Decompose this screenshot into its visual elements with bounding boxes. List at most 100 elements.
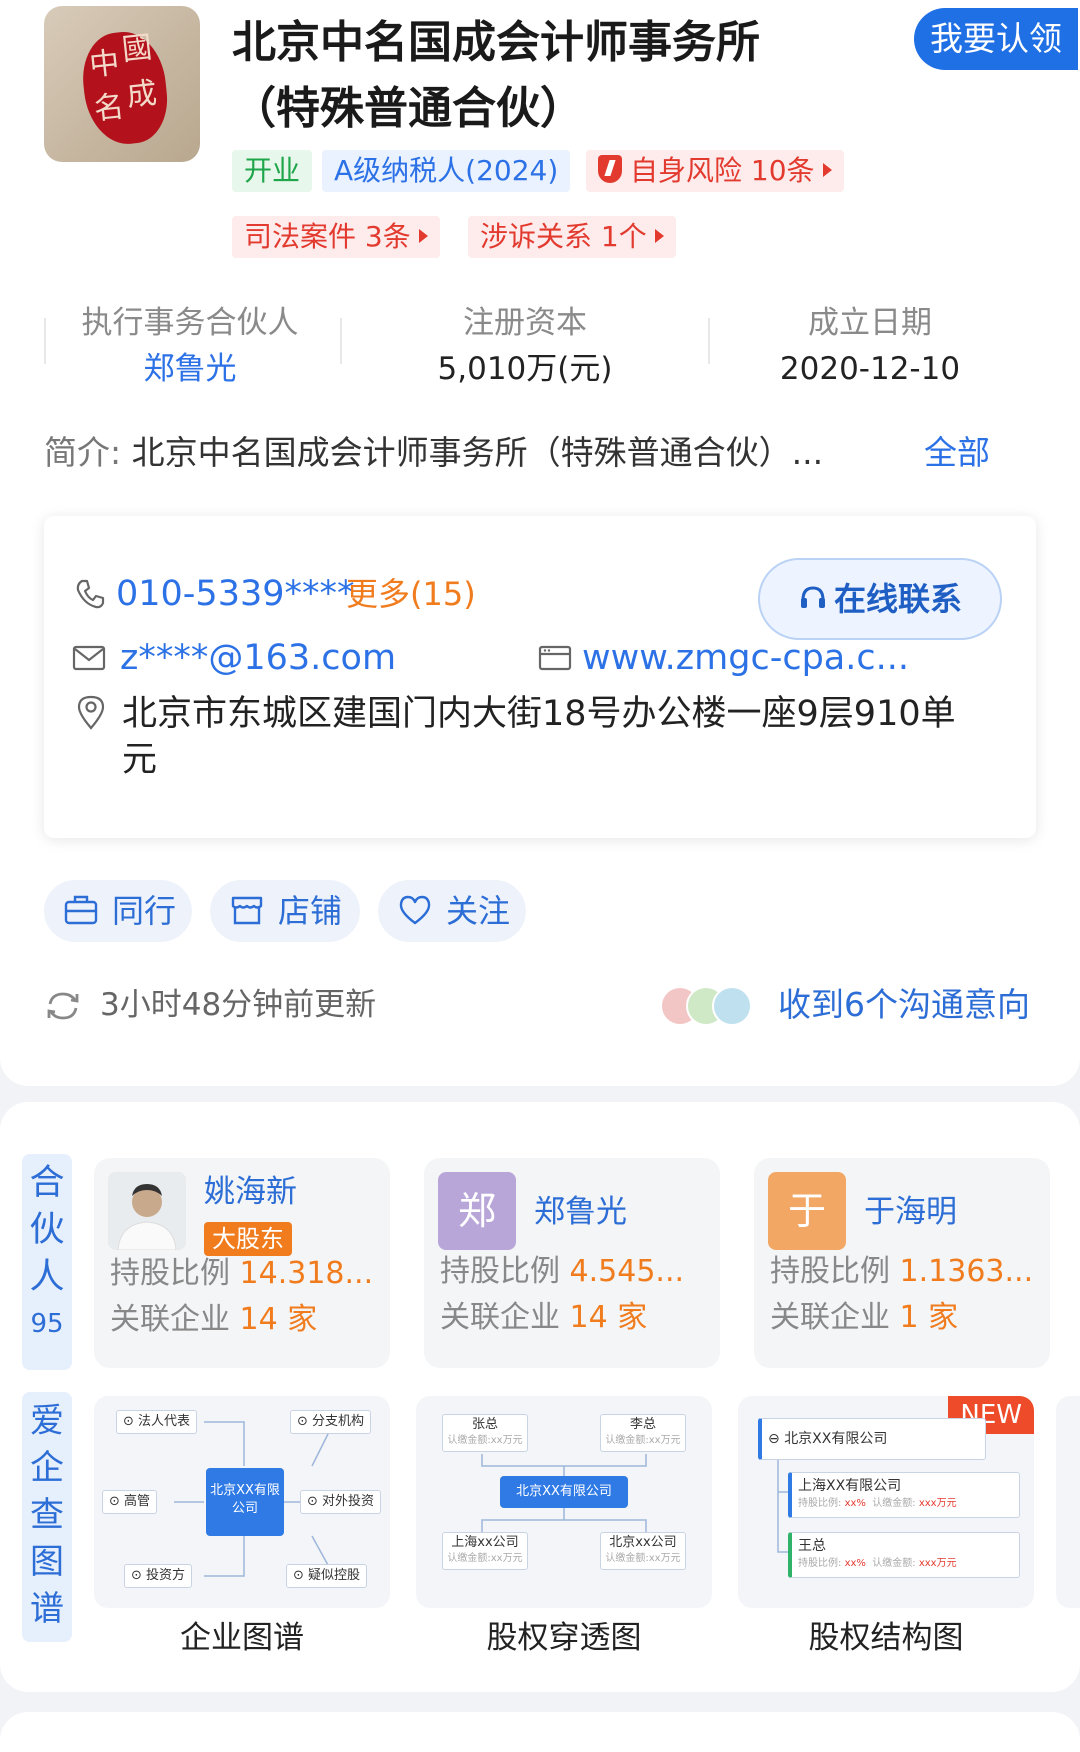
company-intro[interactable]: 简介: 北京中名国成会计师事务所（特殊普通合伙）... 全部 xyxy=(44,428,1054,478)
graph-node: 李总 认缴金额:xx万元 xyxy=(600,1414,686,1452)
node-name: 张总 xyxy=(471,1417,498,1432)
intro-more-link[interactable]: 全部 xyxy=(924,428,990,478)
graph-node: ⊙ 投资方 xyxy=(124,1564,193,1588)
phone-number[interactable]: 010-5339**** xyxy=(116,568,355,620)
update-status[interactable]: 3小时48分钟前更新 xyxy=(44,980,376,1030)
graph-root-node: ⊖ 北京XX有限公司 xyxy=(758,1418,986,1460)
graph-child-node: 上海XX有限公司 持股比例: xx% 认缴金额: xxx万元 xyxy=(788,1472,1020,1518)
ratio-label: 持股比例 xyxy=(110,1256,230,1291)
sub-value: xx% xyxy=(844,1498,866,1509)
partners-label-char: 伙 xyxy=(29,1210,65,1250)
node-name: 上海XX有限公司 xyxy=(798,1478,902,1494)
litigation-tag[interactable]: 涉诉关系 1个 xyxy=(468,216,676,258)
shop-button[interactable]: 店铺 xyxy=(210,880,360,942)
node-sub: 认缴金额:xx万元 xyxy=(447,1435,523,1446)
next-thumbnail-peek[interactable] xyxy=(1056,1396,1080,1608)
graph-label-char: 企 xyxy=(30,1448,64,1488)
ratio-value: 14.318... xyxy=(239,1256,374,1291)
sub-value: xx% xyxy=(844,1558,866,1569)
address-line1[interactable]: 北京市东城区建国门内大街18号办公楼一座9层910单 xyxy=(122,688,956,740)
avatar xyxy=(108,1172,186,1250)
sub-label: 认缴金额: xyxy=(872,1498,919,1509)
next-section-peek xyxy=(0,1712,1080,1752)
shop-icon xyxy=(231,896,263,925)
node-sub: 认缴金额:xx万元 xyxy=(447,1553,523,1564)
sub-label: 持股比例: xyxy=(798,1498,845,1509)
address-line2[interactable]: 元 xyxy=(122,734,157,786)
equity-structure-title[interactable]: 股权结构图 xyxy=(738,1614,1034,1662)
graph-section-label[interactable]: 爱 企 查 图 谱 xyxy=(22,1392,72,1642)
partner-card[interactable]: 郑 郑鲁光 持股比例 4.545... 关联企业 14 家 xyxy=(424,1158,720,1368)
stat-capital-label: 注册资本 xyxy=(463,305,587,341)
ratio-value: 4.545... xyxy=(569,1254,685,1289)
equity-penetration-title[interactable]: 股权穿透图 xyxy=(416,1614,712,1662)
stat-partner-value[interactable]: 郑鲁光 xyxy=(70,346,310,392)
stat-capital: 注册资本 5,010万(元) xyxy=(400,300,650,392)
node-name: 上海xx公司 xyxy=(451,1535,519,1550)
graph-center-node: 北京XX有限公司 xyxy=(206,1468,284,1536)
divider xyxy=(340,318,342,364)
self-risk-tag[interactable]: 自身风险 10条 xyxy=(586,150,844,192)
status-badge: 开业 xyxy=(232,150,313,192)
graph-node: ⊙ 高管 xyxy=(102,1490,158,1514)
litigation-label: 涉诉关系 1个 xyxy=(480,220,647,253)
online-contact-button[interactable]: 在线联系 xyxy=(758,558,1002,640)
graph-node: ⊙ 法人代表 xyxy=(116,1410,198,1434)
arrow-right-icon xyxy=(822,163,832,177)
partners-label-char: 合 xyxy=(29,1163,65,1203)
company-logo: 中 國 名 成 xyxy=(44,6,200,162)
graph-node: 上海xx公司 认缴金额:xx万元 xyxy=(442,1532,528,1570)
divider xyxy=(44,318,46,364)
follow-button[interactable]: 关注 xyxy=(378,880,526,942)
partner-ratio: 持股比例 4.545... xyxy=(440,1250,684,1294)
node-sub: 持股比例: xx% 认缴金额: xxx万元 xyxy=(798,1555,1013,1573)
sub-value: xxx万元 xyxy=(918,1558,957,1569)
graph-node: 北京xx公司 认缴金额:xx万元 xyxy=(600,1532,686,1570)
equity-penetration-thumbnail[interactable]: 张总 认缴金额:xx万元 李总 认缴金额:xx万元 北京XX有限公司 上海xx公… xyxy=(416,1396,712,1608)
partner-related: 关联企业 14 家 xyxy=(440,1296,647,1340)
enterprise-graph-thumbnail[interactable]: 北京XX有限公司 ⊙ 法人代表 ⊙ 分支机构 ⊙ 高管 ⊙ 对外投资 ⊙ 投资方… xyxy=(94,1396,390,1608)
partner-related: 关联企业 1 家 xyxy=(770,1296,958,1340)
graph-center-node: 北京XX有限公司 xyxy=(500,1476,628,1508)
graph-label-char: 图 xyxy=(30,1542,64,1582)
arrow-right-icon xyxy=(418,229,428,243)
partners-label-char: 人 xyxy=(29,1257,65,1297)
stat-partner[interactable]: 执行事务合伙人 郑鲁光 xyxy=(70,300,310,392)
communication-intent[interactable]: 收到6个沟通意向 xyxy=(660,980,1030,1030)
judicial-case-tag[interactable]: 司法案件 3条 xyxy=(232,216,440,258)
claim-button[interactable]: 我要认领 xyxy=(914,8,1078,70)
tax-rating-tag[interactable]: A级纳税人(2024) xyxy=(322,150,571,192)
partner-card[interactable]: 于 于海明 持股比例 1.1363... 关联企业 1 家 xyxy=(754,1158,1050,1368)
related-value: 14 家 xyxy=(239,1302,318,1337)
enterprise-graph-title[interactable]: 企业图谱 xyxy=(94,1614,390,1662)
sub-label: 持股比例: xyxy=(798,1558,845,1569)
avatar: 于 xyxy=(768,1172,846,1250)
partner-related: 关联企业 14 家 xyxy=(110,1298,317,1342)
email-icon xyxy=(72,645,106,671)
related-label: 关联企业 xyxy=(770,1300,890,1335)
sub-value: xxx万元 xyxy=(918,1498,957,1509)
partner-name[interactable]: 郑鲁光 xyxy=(534,1190,627,1234)
website-icon xyxy=(538,645,572,671)
email-address[interactable]: z****@163.com xyxy=(120,632,396,684)
node-name: 北京XX有限公司 xyxy=(784,1431,888,1447)
ratio-value: 1.1363... xyxy=(899,1254,1034,1289)
partner-name[interactable]: 姚海新 xyxy=(204,1170,297,1214)
judicial-case-label: 司法案件 3条 xyxy=(244,220,411,253)
partners-section-label[interactable]: 合 伙 人 95 xyxy=(22,1154,72,1370)
stat-founded-label: 成立日期 xyxy=(808,305,932,341)
phone-more-link[interactable]: 更多(15) xyxy=(346,568,476,620)
stat-founded-value: 2020-12-10 xyxy=(779,351,961,387)
briefcase-icon xyxy=(64,895,98,925)
peers-button[interactable]: 同行 xyxy=(44,880,192,942)
location-icon xyxy=(77,695,105,730)
stat-capital-value: 5,010万(元) xyxy=(437,351,613,387)
website-link[interactable]: www.zmgc-cpa.c... xyxy=(582,632,909,684)
partner-card[interactable]: 姚海新 大股东 持股比例 14.318... 关联企业 14 家 xyxy=(94,1158,390,1368)
node-name: 北京xx公司 xyxy=(609,1535,677,1550)
graph-label-char: 爱 xyxy=(30,1401,64,1441)
follow-label: 关注 xyxy=(446,892,511,930)
equity-structure-thumbnail[interactable]: NEW ⊖ 北京XX有限公司 上海XX有限公司 持股比例: xx% 认缴金额: … xyxy=(738,1396,1034,1608)
partner-name[interactable]: 于海明 xyxy=(864,1190,957,1234)
company-header-card: 中 國 名 成 北京中名国成会计师事务所 （特殊普通合伙） 我要认领 开业 A级… xyxy=(0,0,1080,1086)
